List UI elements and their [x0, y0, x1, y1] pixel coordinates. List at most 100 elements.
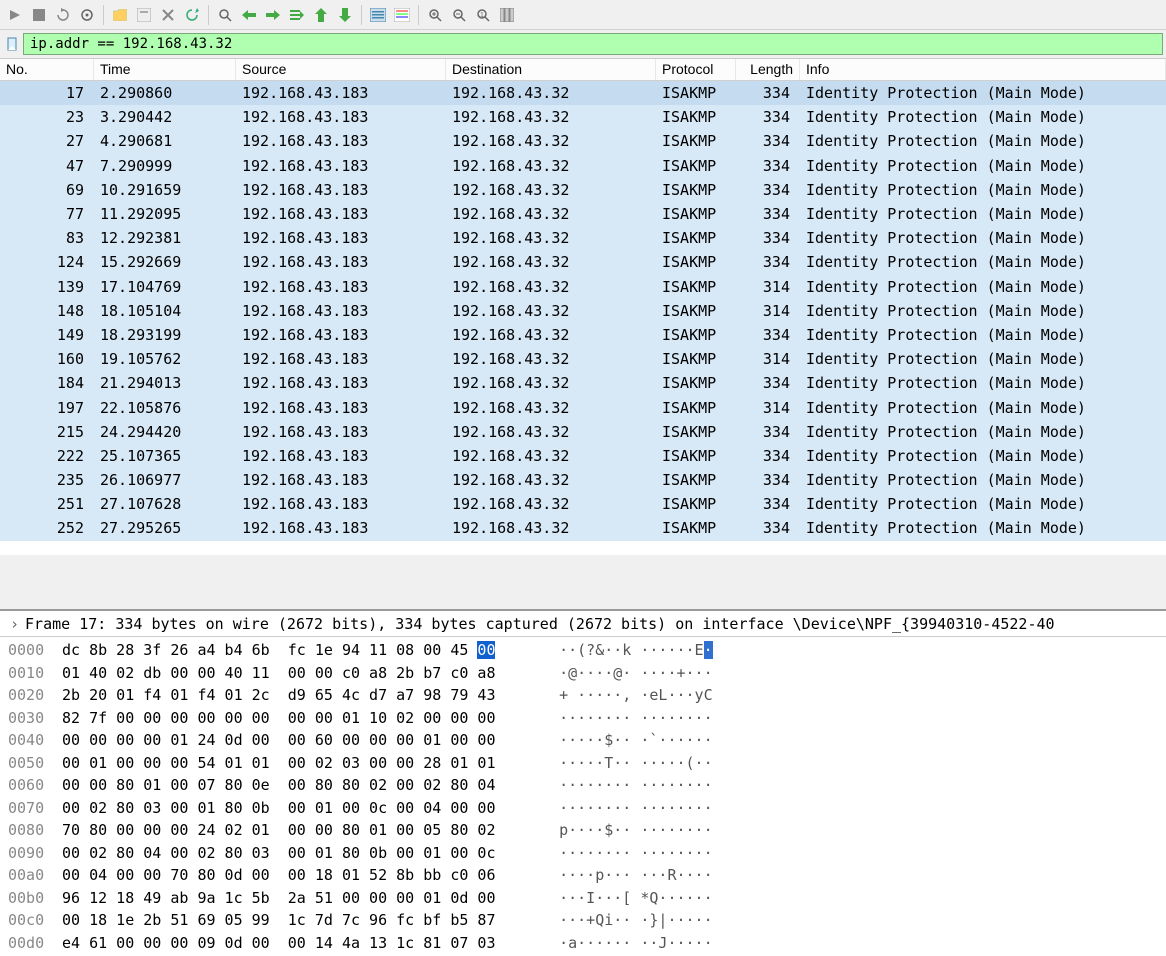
hex-ascii[interactable]: ·····T·· ·····(·· [532, 752, 713, 775]
hex-ascii[interactable]: ·a······ ··J····· [532, 932, 713, 955]
packet-row[interactable]: 12415.292669192.168.43.183192.168.43.32I… [0, 250, 1166, 274]
packet-bytes-pane[interactable]: 0000dc 8b 28 3f 26 a4 b4 6b fc 1e 94 11 … [0, 637, 1166, 956]
packet-row[interactable]: 23526.106977192.168.43.183192.168.43.32I… [0, 468, 1166, 492]
find-icon[interactable] [214, 4, 236, 26]
packet-row[interactable]: 233.290442192.168.43.183192.168.43.32ISA… [0, 105, 1166, 129]
column-header-length[interactable]: Length [736, 59, 800, 80]
packet-row[interactable]: 172.290860192.168.43.183192.168.43.32ISA… [0, 81, 1166, 105]
go-first-icon[interactable] [310, 4, 332, 26]
hex-bytes[interactable]: e4 61 00 00 00 09 0d 00 00 14 4a 13 1c 8… [62, 932, 532, 955]
reload-icon[interactable] [181, 4, 203, 26]
hex-row[interactable]: 007000 02 80 03 00 01 80 0b 00 01 00 0c … [8, 797, 1158, 820]
packet-row[interactable]: 14918.293199192.168.43.183192.168.43.32I… [0, 323, 1166, 347]
packet-row[interactable]: 274.290681192.168.43.183192.168.43.32ISA… [0, 129, 1166, 153]
restart-capture-icon[interactable] [52, 4, 74, 26]
hex-bytes[interactable]: 00 18 1e 2b 51 69 05 99 1c 7d 7c 96 fc b… [62, 909, 532, 932]
hex-ascii[interactable]: ···I···[ *Q······ [532, 887, 713, 910]
hex-row[interactable]: 004000 00 00 00 01 24 0d 00 00 60 00 00 … [8, 729, 1158, 752]
hex-ascii[interactable]: ········ ········ [532, 707, 713, 730]
hex-bytes[interactable]: 00 02 80 03 00 01 80 0b 00 01 00 0c 00 0… [62, 797, 532, 820]
go-back-icon[interactable] [238, 4, 260, 26]
packet-list-header[interactable]: No. Time Source Destination Protocol Len… [0, 59, 1166, 81]
hex-row[interactable]: 003082 7f 00 00 00 00 00 00 00 00 01 10 … [8, 707, 1158, 730]
zoom-out-icon[interactable] [448, 4, 470, 26]
packet-row[interactable]: 13917.104769192.168.43.183192.168.43.32I… [0, 275, 1166, 299]
packet-row[interactable]: 25227.295265192.168.43.183192.168.43.32I… [0, 516, 1166, 540]
close-file-icon[interactable] [157, 4, 179, 26]
hex-bytes[interactable]: 70 80 00 00 00 24 02 01 00 00 80 01 00 0… [62, 819, 532, 842]
hex-ascii[interactable]: ·@····@· ····+··· [532, 662, 713, 685]
hex-ascii[interactable]: ·····$·· ·`······ [532, 729, 713, 752]
hex-row[interactable]: 001001 40 02 db 00 00 40 11 00 00 c0 a8 … [8, 662, 1158, 685]
hex-bytes[interactable]: 01 40 02 db 00 00 40 11 00 00 c0 a8 2b b… [62, 662, 532, 685]
hex-bytes[interactable]: 00 00 00 00 01 24 0d 00 00 60 00 00 00 0… [62, 729, 532, 752]
packet-row[interactable]: 19722.105876192.168.43.183192.168.43.32I… [0, 395, 1166, 419]
column-header-no[interactable]: No. [0, 59, 94, 80]
hex-bytes[interactable]: dc 8b 28 3f 26 a4 b4 6b fc 1e 94 11 08 0… [62, 639, 532, 662]
hex-row[interactable]: 00d0e4 61 00 00 00 09 0d 00 00 14 4a 13 … [8, 932, 1158, 955]
go-last-icon[interactable] [334, 4, 356, 26]
hex-bytes[interactable]: 00 01 00 00 00 54 01 01 00 02 03 00 00 2… [62, 752, 532, 775]
packet-row[interactable]: 25127.107628192.168.43.183192.168.43.32I… [0, 492, 1166, 516]
packet-details-pane[interactable]: › Frame 17: 334 bytes on wire (2672 bits)… [0, 609, 1166, 637]
hex-bytes[interactable]: 2b 20 01 f4 01 f4 01 2c d9 65 4c d7 a7 9… [62, 684, 532, 707]
hex-ascii[interactable]: ····p··· ···R···· [532, 864, 713, 887]
hex-ascii[interactable]: + ·····, ·eL···yC [532, 684, 713, 707]
display-filter-input[interactable] [23, 33, 1163, 55]
go-forward-icon[interactable] [262, 4, 284, 26]
hex-ascii[interactable]: ···+Qi·· ·}|····· [532, 909, 713, 932]
hex-bytes[interactable]: 96 12 18 49 ab 9a 1c 5b 2a 51 00 00 00 0… [62, 887, 532, 910]
cell-destination: 192.168.43.32 [446, 108, 656, 126]
hex-row[interactable]: 005000 01 00 00 00 54 01 01 00 02 03 00 … [8, 752, 1158, 775]
column-header-destination[interactable]: Destination [446, 59, 656, 80]
packet-list-body[interactable]: 172.290860192.168.43.183192.168.43.32ISA… [0, 81, 1166, 555]
hex-bytes[interactable]: 82 7f 00 00 00 00 00 00 00 00 01 10 02 0… [62, 707, 532, 730]
packet-row[interactable]: 16019.105762192.168.43.183192.168.43.32I… [0, 347, 1166, 371]
bookmark-filter-icon[interactable] [3, 35, 21, 53]
hex-offset: 0070 [8, 797, 62, 820]
frame-summary-line[interactable]: Frame 17: 334 bytes on wire (2672 bits),… [25, 615, 1055, 633]
hex-row[interactable]: 00202b 20 01 f4 01 f4 01 2c d9 65 4c d7 … [8, 684, 1158, 707]
hex-ascii[interactable]: ········ ········ [532, 842, 713, 865]
packet-row[interactable]: 14818.105104192.168.43.183192.168.43.32I… [0, 299, 1166, 323]
hex-ascii[interactable]: ········ ········ [532, 774, 713, 797]
resize-columns-icon[interactable] [496, 4, 518, 26]
colorize-icon[interactable] [391, 4, 413, 26]
column-header-protocol[interactable]: Protocol [656, 59, 736, 80]
hex-row[interactable]: 006000 00 80 01 00 07 80 0e 00 80 80 02 … [8, 774, 1158, 797]
stop-capture-icon[interactable] [28, 4, 50, 26]
hex-row[interactable]: 00b096 12 18 49 ab 9a 1c 5b 2a 51 00 00 … [8, 887, 1158, 910]
packet-row[interactable]: 18421.294013192.168.43.183192.168.43.32I… [0, 371, 1166, 395]
hex-offset: 0060 [8, 774, 62, 797]
hex-row[interactable]: 008070 80 00 00 00 24 02 01 00 00 80 01 … [8, 819, 1158, 842]
auto-scroll-icon[interactable] [367, 4, 389, 26]
packet-row[interactable]: 477.290999192.168.43.183192.168.43.32ISA… [0, 154, 1166, 178]
column-header-time[interactable]: Time [94, 59, 236, 80]
hex-row[interactable]: 00a000 04 00 00 70 80 0d 00 00 18 01 52 … [8, 864, 1158, 887]
open-file-icon[interactable] [109, 4, 131, 26]
capture-options-icon[interactable] [76, 4, 98, 26]
start-capture-icon[interactable] [4, 4, 26, 26]
hex-row[interactable]: 009000 02 80 04 00 02 80 03 00 01 80 0b … [8, 842, 1158, 865]
hex-row[interactable]: 00c000 18 1e 2b 51 69 05 99 1c 7d 7c 96 … [8, 909, 1158, 932]
packet-row[interactable]: 8312.292381192.168.43.183192.168.43.32IS… [0, 226, 1166, 250]
packet-row[interactable]: 7711.292095192.168.43.183192.168.43.32IS… [0, 202, 1166, 226]
hex-bytes[interactable]: 00 04 00 00 70 80 0d 00 00 18 01 52 8b b… [62, 864, 532, 887]
column-header-source[interactable]: Source [236, 59, 446, 80]
hex-ascii[interactable]: ········ ········ [532, 797, 713, 820]
hex-bytes[interactable]: 00 02 80 04 00 02 80 03 00 01 80 0b 00 0… [62, 842, 532, 865]
go-to-packet-icon[interactable] [286, 4, 308, 26]
packet-row[interactable]: 21524.294420192.168.43.183192.168.43.32I… [0, 420, 1166, 444]
hex-row[interactable]: 0000dc 8b 28 3f 26 a4 b4 6b fc 1e 94 11 … [8, 639, 1158, 662]
cell-length: 314 [736, 350, 800, 368]
zoom-in-icon[interactable] [424, 4, 446, 26]
packet-row[interactable]: 22225.107365192.168.43.183192.168.43.32I… [0, 444, 1166, 468]
column-header-info[interactable]: Info [800, 59, 1166, 80]
hex-ascii[interactable]: ··(?&··k ······E· [532, 639, 713, 662]
expand-icon[interactable]: › [10, 615, 19, 633]
hex-bytes[interactable]: 00 00 80 01 00 07 80 0e 00 80 80 02 00 0… [62, 774, 532, 797]
hex-ascii[interactable]: p····$·· ········ [532, 819, 713, 842]
save-file-icon[interactable] [133, 4, 155, 26]
packet-row[interactable]: 6910.291659192.168.43.183192.168.43.32IS… [0, 178, 1166, 202]
zoom-reset-icon[interactable]: 1 [472, 4, 494, 26]
